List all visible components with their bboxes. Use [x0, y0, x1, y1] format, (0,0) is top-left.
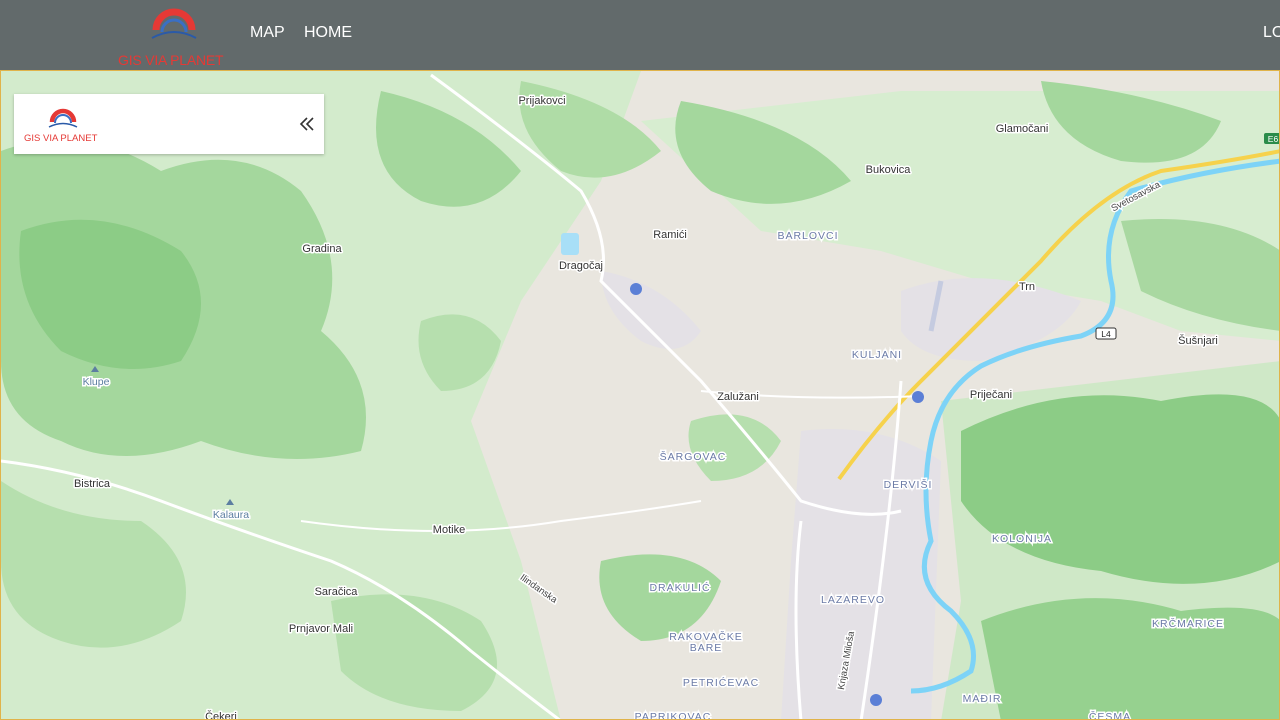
collapse-panel-button[interactable] [296, 112, 318, 136]
place-label: Čekeri [205, 710, 237, 720]
road-shield-label: L4 [1101, 329, 1111, 339]
globe-logo-icon [151, 8, 197, 39]
place-label: Glamočani [996, 123, 1049, 135]
peak-label: Klupe [83, 376, 110, 388]
map-canvas[interactable]: Prijakovci Glamočani Bukovica Gradina Ra… [0, 70, 1280, 720]
place-label: Zalužani [717, 391, 759, 403]
brand-name: GIS VIA PLANET [118, 52, 224, 68]
place-label: Trn [1019, 281, 1035, 293]
district-label: PAPRIKOVAC [635, 711, 712, 720]
road-shield-label: E6 [1268, 134, 1279, 144]
place-label: Bukovica [866, 164, 912, 176]
district-label: KULJANI [852, 349, 902, 361]
district-label: BARE [690, 642, 723, 654]
globe-logo-icon [48, 108, 78, 128]
district-label: KOLONIJA [992, 533, 1052, 545]
district-label: PETRIĆEVAC [683, 676, 759, 689]
district-label: ČESMA [1089, 710, 1131, 720]
map-layer[interactable]: Prijakovci Glamočani Bukovica Gradina Ra… [1, 71, 1280, 720]
district-label: MAĐIR [963, 693, 1002, 705]
place-label: Dragočaj [559, 260, 603, 272]
district-label: DRAKULIĆ [649, 581, 710, 594]
login-link[interactable]: LO [1263, 24, 1280, 42]
bus-stop-icon [912, 391, 924, 403]
district-label: KRČMARICE [1152, 617, 1224, 630]
place-label: Priječani [970, 389, 1012, 401]
district-label: ŠARGOVAC [660, 450, 727, 463]
place-label: Saračica [315, 586, 359, 598]
nav-map-link[interactable]: MAP [250, 24, 285, 42]
bus-stop-icon [870, 694, 882, 706]
double-chevron-left-icon [299, 117, 314, 131]
district-label: LAZAREVO [821, 594, 885, 606]
bus-stop-icon [630, 283, 642, 295]
top-navbar: GIS VIA PLANET MAP HOME LO [0, 0, 1280, 70]
brand-logo[interactable]: GIS VIA PLANET [118, 2, 234, 68]
panel-brand-name: GIS VIA PLANET [24, 133, 98, 144]
nav-home-link[interactable]: HOME [304, 24, 352, 42]
district-label: DERVIŠI [884, 478, 933, 491]
place-label: Bistrica [74, 478, 111, 490]
place-label: Prnjavor Mali [289, 623, 353, 635]
panel-brand-logo: GIS VIA PLANET [24, 104, 114, 144]
place-label: Prijakovci [518, 95, 565, 107]
peak-label: Kalaura [213, 509, 249, 521]
place-label: Šušnjari [1178, 334, 1218, 347]
district-label: BARLOVCI [777, 230, 838, 242]
place-label: Motike [433, 524, 465, 536]
side-panel-header: GIS VIA PLANET [14, 94, 324, 154]
place-label: Ramići [653, 229, 687, 241]
place-label: Gradina [302, 243, 342, 255]
